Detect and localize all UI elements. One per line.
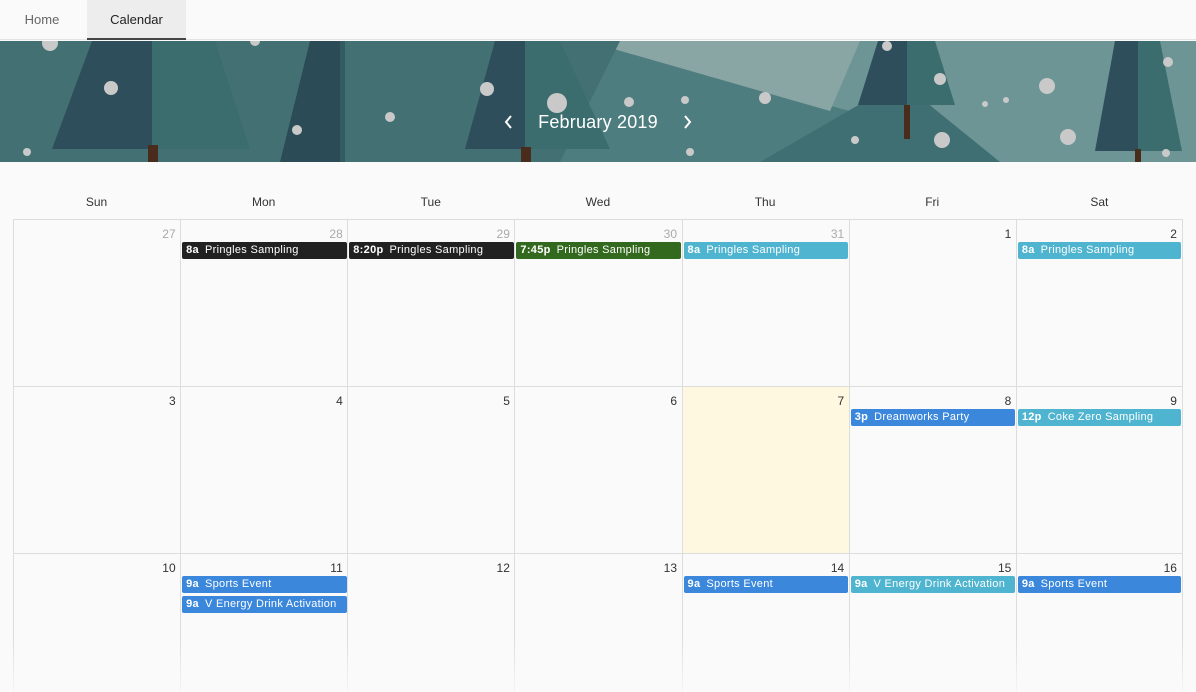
day-cell[interactable]: 30 7:45p Pringles Sampling bbox=[514, 219, 683, 387]
calendar-event[interactable]: 8a Pringles Sampling bbox=[1017, 242, 1181, 259]
calendar-event[interactable]: 8a Pringles Sampling bbox=[182, 242, 347, 259]
tab-calendar[interactable]: Calendar bbox=[87, 0, 186, 40]
day-number: 13 bbox=[663, 561, 678, 575]
weekday-wed: Wed bbox=[585, 195, 611, 209]
weekday-tue: Tue bbox=[420, 195, 441, 209]
month-grid: 27 28 8a Pringles Sampling 29 8:20p Pringles S… bbox=[13, 219, 1184, 692]
day-cell[interactable]: 1 bbox=[848, 219, 1017, 387]
event-time: 9a bbox=[854, 578, 868, 590]
day-cell[interactable]: 8 3p Dreamworks Party bbox=[848, 386, 1017, 554]
event-title: Pringles Sampling bbox=[204, 244, 299, 256]
event-time: 9a bbox=[186, 578, 199, 590]
day-number: 31 bbox=[830, 227, 845, 241]
day-cell[interactable]: 5 bbox=[347, 386, 515, 554]
event-time: 9a bbox=[1021, 578, 1035, 590]
calendar-event[interactable]: 9a Sports Event bbox=[683, 576, 849, 593]
day-number: 10 bbox=[162, 561, 176, 575]
event-time: 8:20p bbox=[353, 244, 384, 256]
event-title: V Energy Drink Activation bbox=[204, 598, 337, 610]
event-title: Coke Zero Sampling bbox=[1047, 411, 1154, 423]
event-title: Dreamworks Party bbox=[874, 411, 970, 423]
calendar-app: Home Calendar February 2019 Sun Mon Tue … bbox=[0, 0, 1196, 692]
weekday-header: Sun Mon Tue Wed Thu Fri Sat bbox=[13, 190, 1183, 214]
weekday-mon: Mon bbox=[251, 195, 276, 209]
calendar-event[interactable]: 3p Dreamworks Party bbox=[850, 409, 1016, 426]
day-number: 16 bbox=[1163, 561, 1177, 575]
day-number: 30 bbox=[663, 227, 678, 241]
day-cell[interactable]: 3 bbox=[13, 386, 181, 554]
event-time: 3p bbox=[854, 411, 869, 423]
month-title: February 2019 bbox=[538, 112, 658, 132]
event-title: Sports Event bbox=[204, 578, 272, 590]
event-title: V Energy Drink Activation bbox=[873, 578, 1006, 590]
chevron-right-icon[interactable] bbox=[677, 112, 697, 132]
calendar-event[interactable]: 9a V Energy Drink Activation bbox=[182, 596, 347, 613]
month-navigation: February 2019 bbox=[0, 41, 1196, 162]
day-cell[interactable]: 16 9a Sports Event bbox=[1015, 553, 1183, 692]
day-cell[interactable]: 12 bbox=[347, 553, 515, 692]
day-cell[interactable]: 14 9a Sports Event bbox=[681, 553, 850, 692]
event-time: 7:45p bbox=[520, 244, 551, 256]
day-cell[interactable]: 2 8a Pringles Sampling bbox=[1015, 219, 1183, 387]
day-cell[interactable]: 31 8a Pringles Sampling bbox=[681, 219, 850, 387]
day-number: 15 bbox=[997, 561, 1012, 575]
event-time: 8a bbox=[186, 244, 199, 256]
day-cell[interactable]: 11 9a Sports Event 9a V Energy Drink Activat… bbox=[180, 553, 348, 692]
day-cell[interactable]: 4 bbox=[180, 386, 348, 554]
tab-home[interactable]: Home bbox=[0, 0, 84, 40]
day-number: 5 bbox=[503, 394, 510, 408]
weekday-fri: Fri bbox=[925, 195, 940, 209]
event-time: 9a bbox=[186, 598, 199, 610]
day-number: 7 bbox=[837, 394, 845, 408]
calendar-event[interactable]: 8:20p Pringles Sampling bbox=[349, 242, 514, 259]
day-number: 1 bbox=[1004, 227, 1012, 241]
weekday-thu: Thu bbox=[754, 195, 776, 209]
day-number: 12 bbox=[496, 561, 510, 575]
day-cell[interactable]: 9 12p Coke Zero Sampling bbox=[1015, 386, 1183, 554]
day-cell[interactable]: 7 bbox=[681, 386, 850, 554]
day-cell[interactable]: 28 8a Pringles Sampling bbox=[180, 219, 348, 387]
day-cell[interactable]: 15 9a V Energy Drink Activation bbox=[848, 553, 1017, 692]
calendar-event[interactable]: 9a V Energy Drink Activation bbox=[850, 576, 1016, 593]
event-time: 8a bbox=[1021, 244, 1035, 256]
day-cell[interactable]: 29 8:20p Pringles Sampling bbox=[347, 219, 515, 387]
day-number: 6 bbox=[670, 394, 678, 408]
day-number: 29 bbox=[496, 227, 510, 241]
tab-bar: Home Calendar bbox=[0, 0, 1196, 40]
event-title: Sports Event bbox=[706, 578, 773, 590]
calendar-event[interactable]: 7:45p Pringles Sampling bbox=[516, 242, 682, 259]
chevron-left-icon[interactable] bbox=[499, 112, 519, 132]
calendar-event[interactable]: 9a Sports Event bbox=[1017, 576, 1181, 593]
day-cell[interactable]: 27 bbox=[13, 219, 181, 387]
day-number: 9 bbox=[1170, 394, 1177, 408]
day-number: 11 bbox=[330, 561, 343, 575]
event-title: Pringles Sampling bbox=[556, 244, 651, 256]
weekday-sat: Sat bbox=[1090, 195, 1109, 209]
calendar-event[interactable]: 8a Pringles Sampling bbox=[683, 242, 849, 259]
day-cell[interactable]: 13 bbox=[514, 553, 683, 692]
event-title: Pringles Sampling bbox=[706, 244, 801, 256]
day-cell[interactable]: 6 bbox=[514, 386, 683, 554]
event-time: 8a bbox=[687, 244, 701, 256]
calendar-event[interactable]: 12p Coke Zero Sampling bbox=[1017, 409, 1181, 426]
event-time: 9a bbox=[687, 578, 701, 590]
event-title: Sports Event bbox=[1040, 578, 1108, 590]
day-number: 3 bbox=[168, 394, 176, 408]
event-time: 12p bbox=[1021, 411, 1042, 423]
day-number: 28 bbox=[329, 227, 343, 241]
day-number: 27 bbox=[162, 227, 176, 241]
day-number: 4 bbox=[336, 394, 343, 408]
day-number: 14 bbox=[830, 561, 845, 575]
day-number: 2 bbox=[1170, 227, 1177, 241]
day-number: 8 bbox=[1004, 394, 1012, 408]
calendar-event[interactable]: 9a Sports Event bbox=[182, 576, 347, 593]
event-title: Pringles Sampling bbox=[1040, 244, 1135, 256]
event-title: Pringles Sampling bbox=[389, 244, 484, 256]
day-cell[interactable]: 10 bbox=[13, 553, 181, 692]
weekday-sun: Sun bbox=[85, 195, 108, 209]
